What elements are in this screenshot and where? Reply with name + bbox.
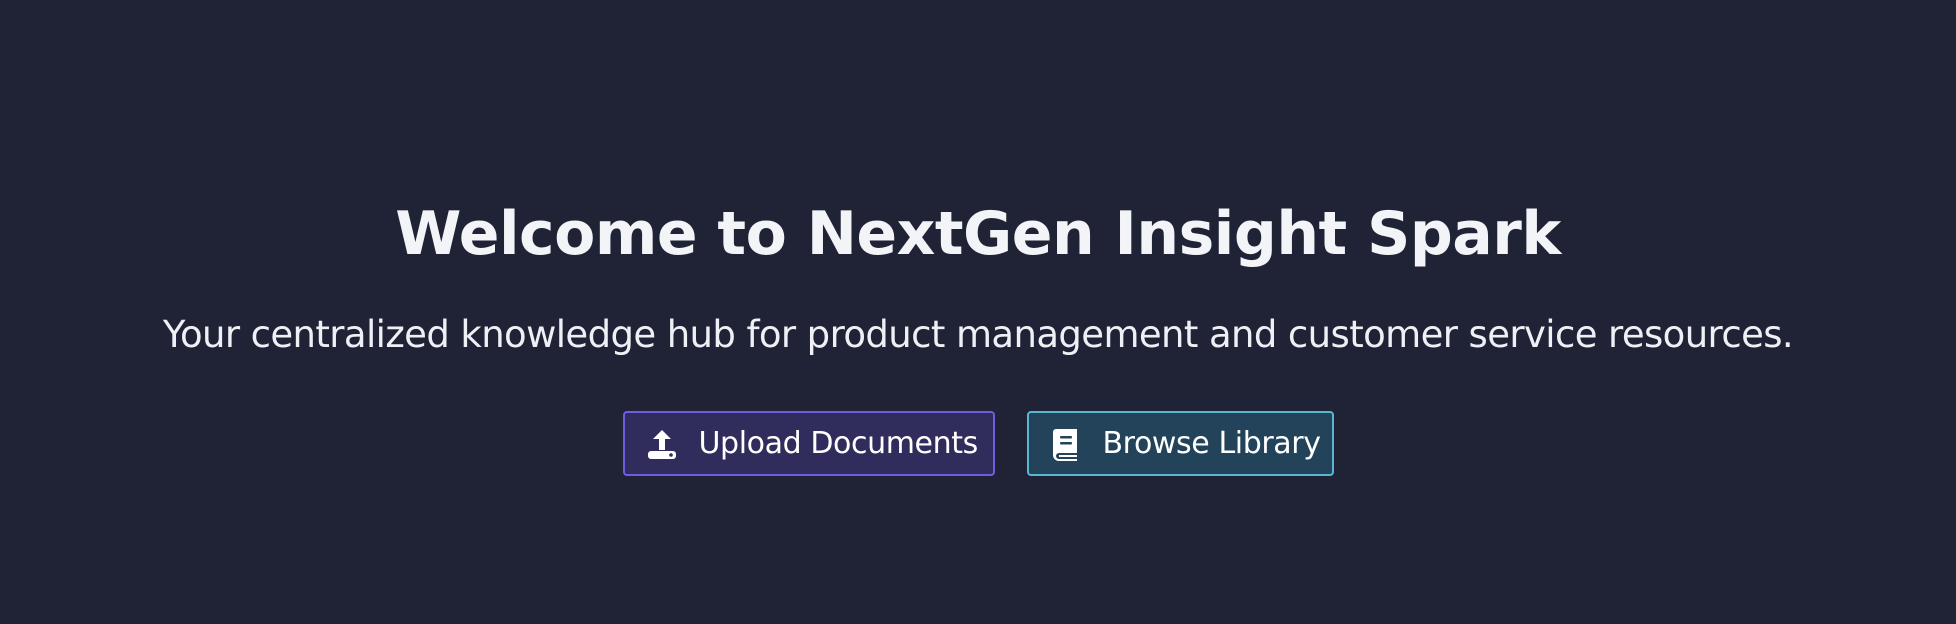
action-buttons: Upload Documents Browse Library [0, 411, 1956, 476]
upload-documents-label: Upload Documents [698, 426, 979, 461]
upload-documents-button[interactable]: Upload Documents [622, 411, 995, 476]
browse-library-label: Browse Library [1102, 426, 1321, 461]
upload-icon [645, 427, 679, 461]
page-title: Welcome to NextGen Insight Spark [395, 199, 1561, 269]
page-subtitle: Your centralized knowledge hub for produ… [162, 313, 1794, 356]
book-icon [1049, 427, 1083, 461]
browse-library-button[interactable]: Browse Library [1026, 411, 1334, 476]
hero-section: Welcome to NextGen Insight Spark Your ce… [0, 0, 1956, 624]
